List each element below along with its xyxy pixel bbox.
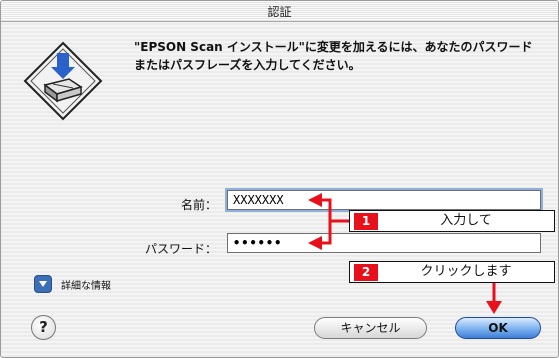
name-label: 名前： [180,198,217,212]
scanner-install-icon [23,41,103,121]
password-field[interactable]: •••••• [227,233,541,253]
title-bar: 認証 [1,1,558,22]
step-2-number: 2 [354,264,378,281]
password-label: パスワード： [144,242,217,256]
window-title: 認証 [267,5,292,19]
ok-button[interactable]: OK [455,317,541,339]
details-label[interactable]: 詳細な情報 [61,277,111,292]
name-field[interactable]: XXXXXXX [227,190,541,210]
dialog-message: "EPSON Scan インストール"に変更を加えるには、あなたのパスワードまた… [134,40,533,72]
help-button[interactable]: ? [31,315,56,340]
step-2-text: クリックします [420,264,512,279]
auth-dialog: 認証 "EPSON Scan インストール"に変更を加えるには、あなたのパスワー… [0,0,559,358]
annotation-step-1: 1 入力して [349,210,555,232]
cancel-button[interactable]: キャンセル [314,317,427,339]
step-1-number: 1 [354,213,378,230]
annotation-step-2: 2 クリックします [349,261,555,283]
disclosure-triangle-icon[interactable] [34,275,52,293]
step-1-text: 入力して [440,213,492,228]
